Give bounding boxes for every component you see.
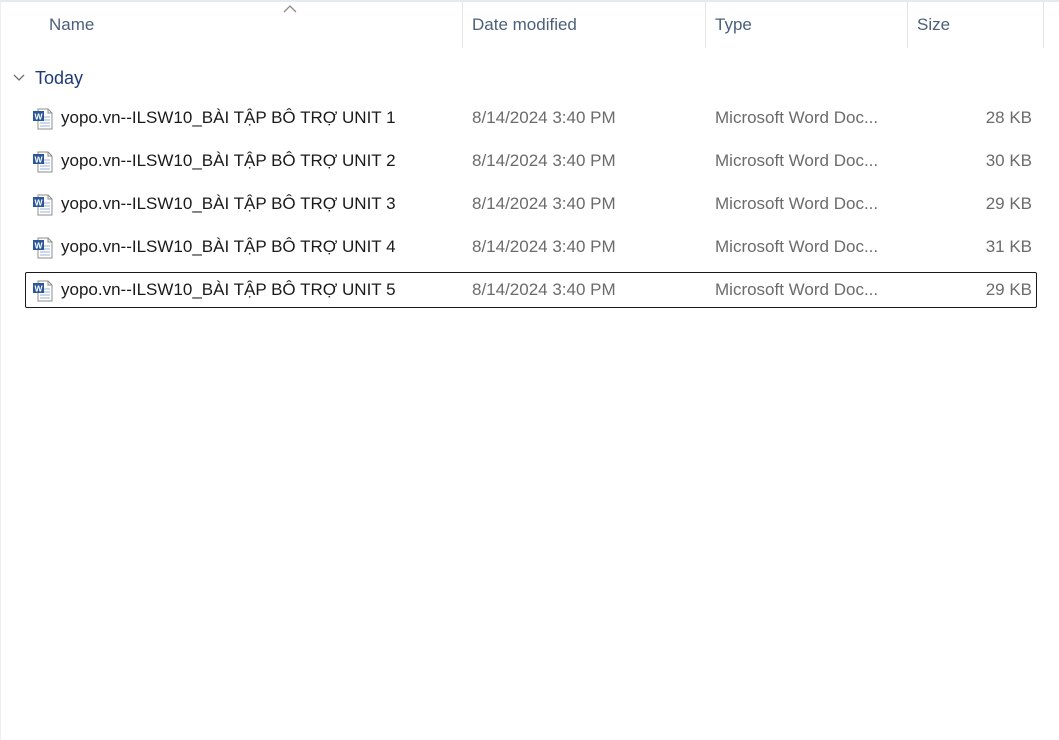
file-size: 31 KB [985,237,1032,256]
file-name: yopo.vn--ILSW10_BÀI TẬP BÔ TRỢ UNIT 3 [61,194,396,213]
file-type: Microsoft Word Doc... [715,280,879,299]
file-name: yopo.vn--ILSW10_BÀI TẬP BÔ TRỢ UNIT 4 [61,237,396,256]
file-row[interactable]: Wyopo.vn--ILSW10_BÀI TẬP BÔ TRỢ UNIT 3 8/… [25,186,1037,222]
column-header-date-label: Date modified [472,15,577,34]
file-size: 29 KB [985,280,1032,299]
file-type: Microsoft Word Doc... [715,237,879,256]
file-name: yopo.vn--ILSW10_BÀI TẬP BÔ TRỢ UNIT 5 [61,280,396,299]
file-list-pane: Name Date modified Type Size Today Wyopo… [0,0,1059,740]
file-size: 30 KB [985,151,1032,170]
column-header-type-label: Type [715,15,752,34]
file-date-modified: 8/14/2024 3:40 PM [472,194,616,213]
file-date-modified: 8/14/2024 3:40 PM [472,237,616,256]
group-header-today[interactable]: Today [11,64,83,92]
file-date-modified: 8/14/2024 3:40 PM [472,151,616,170]
svg-text:W: W [34,197,43,207]
file-row[interactable]: Wyopo.vn--ILSW10_BÀI TẬP BÔ TRỢ UNIT 4 8/… [25,229,1037,265]
word-document-icon: W [33,237,53,259]
column-header-size[interactable]: Size [907,2,1043,48]
column-header-name[interactable]: Name [39,2,461,48]
file-name: yopo.vn--ILSW10_BÀI TẬP BÔ TRỢ UNIT 2 [61,151,396,170]
chevron-down-icon[interactable] [11,70,27,86]
svg-text:W: W [34,240,43,250]
column-header-date-modified[interactable]: Date modified [462,2,705,48]
column-divider[interactable] [1043,2,1044,48]
file-row[interactable]: Wyopo.vn--ILSW10_BÀI TẬP BÔ TRỢ UNIT 5 8/… [25,272,1037,308]
sort-ascending-caret-icon [283,5,297,13]
word-document-icon: W [33,151,53,173]
column-header-size-label: Size [917,15,951,34]
word-document-icon: W [33,108,53,130]
column-header-type[interactable]: Type [705,2,907,48]
svg-text:W: W [34,283,43,293]
word-document-icon: W [33,280,53,302]
file-type: Microsoft Word Doc... [715,108,879,127]
file-row[interactable]: Wyopo.vn--ILSW10_BÀI TẬP BÔ TRỢ UNIT 1 8/… [25,100,1037,136]
file-name: yopo.vn--ILSW10_BÀI TẬP BÔ TRỢ UNIT 1 [61,108,396,127]
column-header-name-label: Name [49,15,95,34]
file-size: 28 KB [985,108,1032,127]
group-label: Today [35,67,84,88]
svg-text:W: W [34,111,43,121]
file-size: 29 KB [985,194,1032,213]
file-date-modified: 8/14/2024 3:40 PM [472,108,616,127]
file-type: Microsoft Word Doc... [715,151,879,170]
file-type: Microsoft Word Doc... [715,194,879,213]
column-header-bar: Name Date modified Type Size [1,2,1059,48]
file-row[interactable]: Wyopo.vn--ILSW10_BÀI TẬP BÔ TRỢ UNIT 2 8/… [25,143,1037,179]
svg-text:W: W [34,154,43,164]
word-document-icon: W [33,194,53,216]
file-date-modified: 8/14/2024 3:40 PM [472,280,616,299]
